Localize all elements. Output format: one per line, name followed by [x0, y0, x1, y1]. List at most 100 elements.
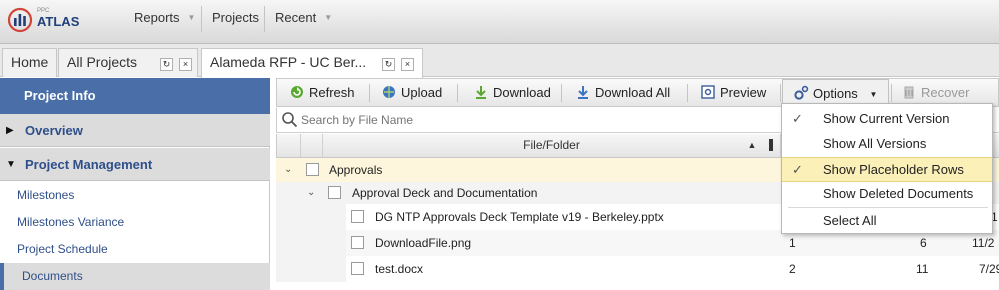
atlas-logo[interactable]: PPC ATLAS [6, 4, 84, 40]
sidebar-section-label: Project Management [25, 157, 153, 172]
row-checkbox[interactable] [351, 210, 364, 223]
tab-home[interactable]: Home [2, 48, 57, 77]
select-column-header [301, 134, 323, 157]
brand-name: ATLAS [37, 14, 80, 29]
refresh-tab-icon[interactable]: ↻ [382, 58, 395, 71]
toolbar-divider [780, 84, 781, 102]
download-button[interactable]: Download [473, 79, 551, 107]
tab-alameda-rfp[interactable]: Alameda RFP - UC Ber... ↻ × [201, 48, 423, 78]
chevron-down-icon: ▼ [869, 90, 878, 99]
gears-icon [794, 85, 809, 100]
sidebar-item-milestones[interactable]: Milestones [0, 182, 270, 209]
tab-all-projects[interactable]: All Projects ↻ × [58, 48, 198, 77]
indent-spacer [276, 256, 346, 282]
chevron-down-icon[interactable]: ⌄ [284, 158, 292, 182]
download-all-button[interactable]: Download All [575, 79, 670, 107]
chevron-down-icon[interactable]: ⌄ [307, 182, 315, 204]
collapsed-triangle-icon: ▶ [6, 125, 14, 136]
refresh-button[interactable]: Refresh [289, 79, 355, 107]
nav-projects-label: Projects [212, 10, 259, 25]
menu-item-show-deleted-documents[interactable]: Show Deleted Documents [782, 182, 992, 206]
row-folder-name: Approvals [329, 163, 383, 177]
indent-spacer [276, 230, 346, 256]
nav-reports[interactable]: Reports ▼ [134, 0, 195, 44]
menu-item-select-all[interactable]: Select All [782, 209, 992, 233]
sidebar-section-overview[interactable]: ▶ Overview [0, 114, 270, 147]
upload-label: Upload [401, 85, 443, 100]
sidebar-item-milestones-variance[interactable]: Milestones Variance [0, 209, 270, 236]
project-sidebar: Project Info ▶ Overview ▼ Project Manage… [0, 78, 270, 290]
indent-spacer [276, 204, 346, 230]
menu-item-label: Select All [823, 213, 877, 228]
row-size: 11 [916, 262, 929, 276]
menu-item-show-current-version[interactable]: ✓ Show Current Version [782, 107, 992, 131]
sidebar-item-project-schedule[interactable]: Project Schedule [0, 236, 270, 263]
search-input[interactable] [301, 110, 781, 130]
nav-divider [201, 6, 202, 32]
row-checkbox[interactable] [306, 163, 319, 176]
refresh-label: Refresh [309, 85, 355, 100]
chevron-down-icon: ▼ [187, 13, 196, 22]
toolbar-divider [561, 84, 562, 102]
trash-can-icon [904, 86, 914, 99]
refresh-icon [291, 86, 303, 98]
download-all-icon [578, 86, 588, 99]
expanded-triangle-icon: ▼ [6, 159, 16, 170]
menu-item-label: Show Placeholder Rows [823, 162, 964, 177]
nav-divider [264, 6, 265, 32]
sidebar-item-label: Milestones Variance [17, 215, 125, 229]
row-checkbox[interactable] [351, 262, 364, 275]
download-label: Download [493, 85, 551, 100]
sidebar-header: Project Info [0, 78, 270, 114]
options-button[interactable]: Options ▼ [782, 79, 889, 106]
chevron-down-icon: ▼ [324, 13, 333, 22]
refresh-tab-icon[interactable]: ↻ [160, 58, 173, 71]
close-tab-icon[interactable]: × [179, 58, 192, 71]
nav-projects[interactable]: Projects [212, 0, 259, 44]
preview-button[interactable]: Preview [700, 79, 766, 107]
sidebar-section-label: Overview [25, 123, 83, 138]
sidebar-item-label: Milestones [17, 188, 75, 202]
row-checkbox[interactable] [351, 236, 364, 249]
menu-item-show-all-versions[interactable]: Show All Versions [782, 132, 992, 156]
row-file-name: DG NTP Approvals Deck Template v19 - Ber… [375, 210, 664, 224]
download-all-label: Download All [595, 85, 671, 100]
sidebar-item-label: Documents [22, 269, 83, 283]
preview-label: Preview [720, 85, 767, 100]
tab-strip: Home All Projects ↻ × Alameda RFP - UC B… [0, 44, 999, 78]
checkmark-icon: ✓ [792, 162, 803, 177]
tab-all-projects-label: All Projects [67, 54, 138, 70]
toolbar-divider [369, 84, 370, 102]
row-file-name: test.docx [375, 262, 424, 276]
close-tab-icon[interactable]: × [401, 58, 414, 71]
row-checkbox[interactable] [328, 186, 341, 199]
menu-item-show-placeholder-rows[interactable]: ✓ Show Placeholder Rows [782, 157, 992, 182]
row-version: 2 [789, 262, 796, 276]
file-folder-header-label: File/Folder [523, 138, 580, 152]
nav-reports-label: Reports [134, 10, 180, 25]
row-file-name: DownloadFile.png [375, 236, 472, 250]
preview-icon [701, 85, 715, 99]
toolbar-divider [891, 84, 892, 102]
menu-item-label: Show All Versions [823, 136, 927, 151]
options-label: Options [813, 86, 858, 101]
sort-arrow-icon[interactable]: ▲ [743, 134, 761, 157]
tab-home-label: Home [11, 54, 49, 70]
row-date: 7/29 [979, 262, 999, 276]
column-menu-icon[interactable] [761, 134, 781, 157]
sidebar-item-label: Project Schedule [17, 242, 108, 256]
globe-upload-icon [383, 86, 395, 98]
tab-alameda-rfp-label: Alameda RFP - UC Ber... [210, 54, 367, 70]
checkmark-icon: ✓ [792, 111, 803, 126]
file-folder-column-header[interactable]: File/Folder [323, 134, 781, 157]
sidebar-item-documents[interactable]: Documents [0, 263, 270, 290]
toolbar-divider [687, 84, 688, 102]
menu-item-label: Show Current Version [823, 111, 950, 126]
menu-item-label: Show Deleted Documents [823, 186, 974, 201]
sidebar-section-project-management[interactable]: ▼ Project Management [0, 148, 270, 181]
upload-button[interactable]: Upload [381, 79, 442, 107]
search-icon [282, 112, 298, 128]
nav-recent[interactable]: Recent ▼ [275, 0, 332, 44]
table-row[interactable]: test.docx 2 11 7/29 [276, 256, 999, 282]
nav-recent-label: Recent [275, 10, 317, 25]
